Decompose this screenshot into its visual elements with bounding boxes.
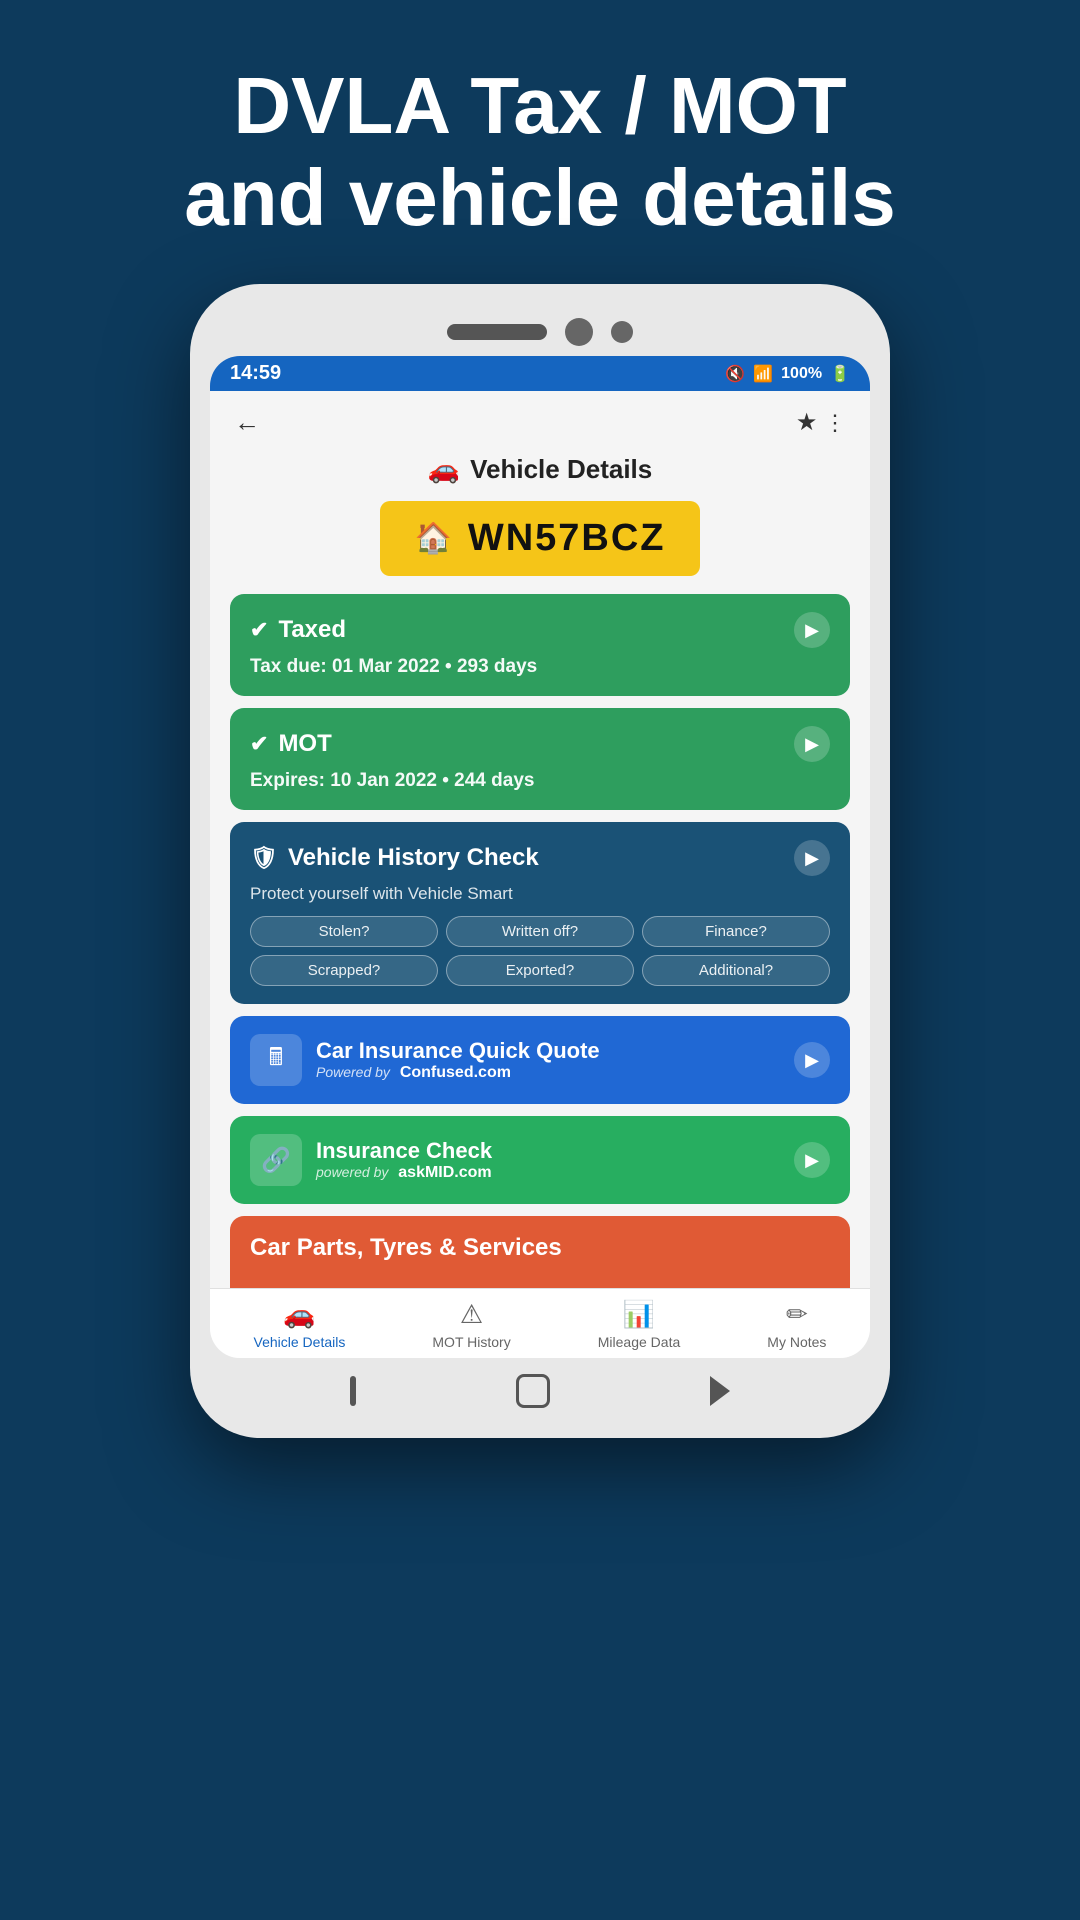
- calculator-icon: 🖩: [250, 1034, 302, 1086]
- parts-card-title: Car Parts, Tyres & Services: [250, 1234, 830, 1262]
- reg-number: WN57BCZ: [468, 517, 666, 560]
- insurance-check-text: Insurance Check powered by askMID.com: [316, 1138, 780, 1182]
- share-button[interactable]: ★ ⋮: [796, 408, 846, 437]
- history-title-left: 🛡 Vehicle History Check: [250, 844, 539, 872]
- badge-stolen[interactable]: Stolen?: [250, 916, 438, 947]
- status-bar: 14:59 🔇 📶 100% 🔋: [210, 356, 870, 391]
- history-card[interactable]: 🛡 Vehicle History Check ▶ Protect yourse…: [230, 822, 850, 1004]
- nav-mileage-label: Mileage Data: [598, 1334, 681, 1350]
- mot-title-text: MOT: [278, 730, 331, 758]
- speaker: [447, 324, 547, 340]
- insurance-quote-card[interactable]: 🖩 Car Insurance Quick Quote Powered by C…: [230, 1016, 850, 1104]
- insurance-check-inner: 🔗 Insurance Check powered by askMID.com …: [250, 1134, 830, 1186]
- tax-card-title: ✔ Taxed ▶: [250, 612, 830, 648]
- mot-check-icon: ✔: [250, 731, 268, 757]
- mot-title-left: ✔ MOT: [250, 730, 332, 758]
- history-desc: Protect yourself with Vehicle Smart: [250, 884, 830, 904]
- insurance-check-card[interactable]: 🔗 Insurance Check powered by askMID.com …: [230, 1116, 850, 1204]
- nav-vehicle-details[interactable]: 🚗 Vehicle Details: [254, 1299, 346, 1350]
- insurance-quote-sub: Powered by Confused.com: [316, 1064, 780, 1082]
- mot-card-title: ✔ MOT ▶: [250, 726, 830, 762]
- tax-title-left: ✔ Taxed: [250, 616, 346, 644]
- nav-notes-label: My Notes: [767, 1334, 826, 1350]
- phone-wrapper: 14:59 🔇 📶 100% 🔋 ← ★ ⋮: [180, 284, 900, 1920]
- nav-chart-icon: 📊: [623, 1299, 655, 1330]
- header-line2: and vehicle details: [184, 153, 895, 242]
- mot-card[interactable]: ✔ MOT ▶ Expires: 10 Jan 2022 • 244 days: [230, 708, 850, 810]
- wifi-icon: 📶: [753, 364, 773, 384]
- nav-triangle-recent: [710, 1376, 730, 1406]
- badge-exported[interactable]: Exported?: [446, 955, 634, 986]
- link-icon: 🔗: [250, 1134, 302, 1186]
- nav-pill-back: [350, 1376, 356, 1406]
- reg-plate: 🏠 WN57BCZ: [380, 501, 700, 576]
- nav-my-notes[interactable]: ✏ My Notes: [767, 1299, 826, 1350]
- insurance-check-sub: powered by askMID.com: [316, 1164, 780, 1182]
- battery-icon: 🔋: [830, 364, 850, 384]
- parts-title-text: Car Parts, Tyres & Services: [250, 1234, 562, 1262]
- nav-mot-history[interactable]: ⚠ MOT History: [432, 1299, 510, 1350]
- car-icon: 🚗: [428, 454, 460, 485]
- history-card-title: 🛡 Vehicle History Check ▶: [250, 840, 830, 876]
- nav-pencil-icon: ✏: [786, 1299, 808, 1330]
- back-button[interactable]: ←: [234, 407, 260, 438]
- camera-secondary: [611, 321, 633, 343]
- parts-title-left: Car Parts, Tyres & Services: [250, 1234, 562, 1262]
- status-icons: 🔇 📶 100% 🔋: [725, 364, 850, 384]
- screen: 14:59 🔇 📶 100% 🔋 ← ★ ⋮: [210, 356, 870, 1358]
- app-content: 🚗 Vehicle Details 🏠 WN57BCZ ✔ Taxed: [210, 454, 870, 1288]
- badge-additional[interactable]: Additional?: [642, 955, 830, 986]
- mot-arrow[interactable]: ▶: [794, 726, 830, 762]
- nav-car-icon: 🚗: [283, 1299, 315, 1330]
- insurance-quote-inner: 🖩 Car Insurance Quick Quote Powered by C…: [250, 1034, 830, 1086]
- app-toolbar: ← ★ ⋮: [210, 391, 870, 454]
- nav-vehicle-details-label: Vehicle Details: [254, 1334, 346, 1350]
- history-title-text: Vehicle History Check: [288, 844, 539, 872]
- phone-bottom-controls: [210, 1358, 870, 1418]
- page-title-row: 🚗 Vehicle Details: [230, 454, 850, 485]
- mute-icon: 🔇: [725, 364, 745, 384]
- insurance-quote-title: Car Insurance Quick Quote: [316, 1038, 780, 1064]
- badge-written-off[interactable]: Written off?: [446, 916, 634, 947]
- parts-card[interactable]: Car Parts, Tyres & Services: [230, 1216, 850, 1288]
- bottom-nav: 🚗 Vehicle Details ⚠ MOT History 📊 Mileag…: [210, 1288, 870, 1358]
- phone-notch: [210, 304, 870, 356]
- insurance-quote-text: Car Insurance Quick Quote Powered by Con…: [316, 1038, 780, 1082]
- nav-circle-home: [516, 1374, 550, 1408]
- insurance-quote-arrow[interactable]: ▶: [794, 1042, 830, 1078]
- badge-finance[interactable]: Finance?: [642, 916, 830, 947]
- insurance-check-title: Insurance Check: [316, 1138, 780, 1164]
- nav-mileage-data[interactable]: 📊 Mileage Data: [598, 1299, 681, 1350]
- nav-warning-icon: ⚠: [460, 1299, 483, 1330]
- garage-icon: 🏠: [414, 521, 453, 556]
- page-header: DVLA Tax / MOT and vehicle details: [104, 0, 975, 284]
- mot-subtitle: Expires: 10 Jan 2022 • 244 days: [250, 770, 830, 792]
- badge-scrapped[interactable]: Scrapped?: [250, 955, 438, 986]
- header-line1: DVLA Tax / MOT: [233, 61, 846, 150]
- history-badges: Stolen? Written off? Finance? Scrapped? …: [250, 916, 830, 986]
- nav-mot-history-label: MOT History: [432, 1334, 510, 1350]
- tax-title-text: Taxed: [278, 616, 346, 644]
- tax-check-icon: ✔: [250, 617, 268, 643]
- shield-check-icon: 🛡: [250, 845, 278, 871]
- battery-text: 100%: [781, 365, 822, 383]
- insurance-check-arrow[interactable]: ▶: [794, 1142, 830, 1178]
- history-arrow[interactable]: ▶: [794, 840, 830, 876]
- status-time: 14:59: [230, 362, 281, 385]
- tax-card[interactable]: ✔ Taxed ▶ Tax due: 01 Mar 2022 • 293 day…: [230, 594, 850, 696]
- camera-main: [565, 318, 593, 346]
- tax-subtitle: Tax due: 01 Mar 2022 • 293 days: [250, 656, 830, 678]
- tax-arrow[interactable]: ▶: [794, 612, 830, 648]
- page-title: Vehicle Details: [470, 454, 652, 485]
- phone-device: 14:59 🔇 📶 100% 🔋 ← ★ ⋮: [190, 284, 890, 1438]
